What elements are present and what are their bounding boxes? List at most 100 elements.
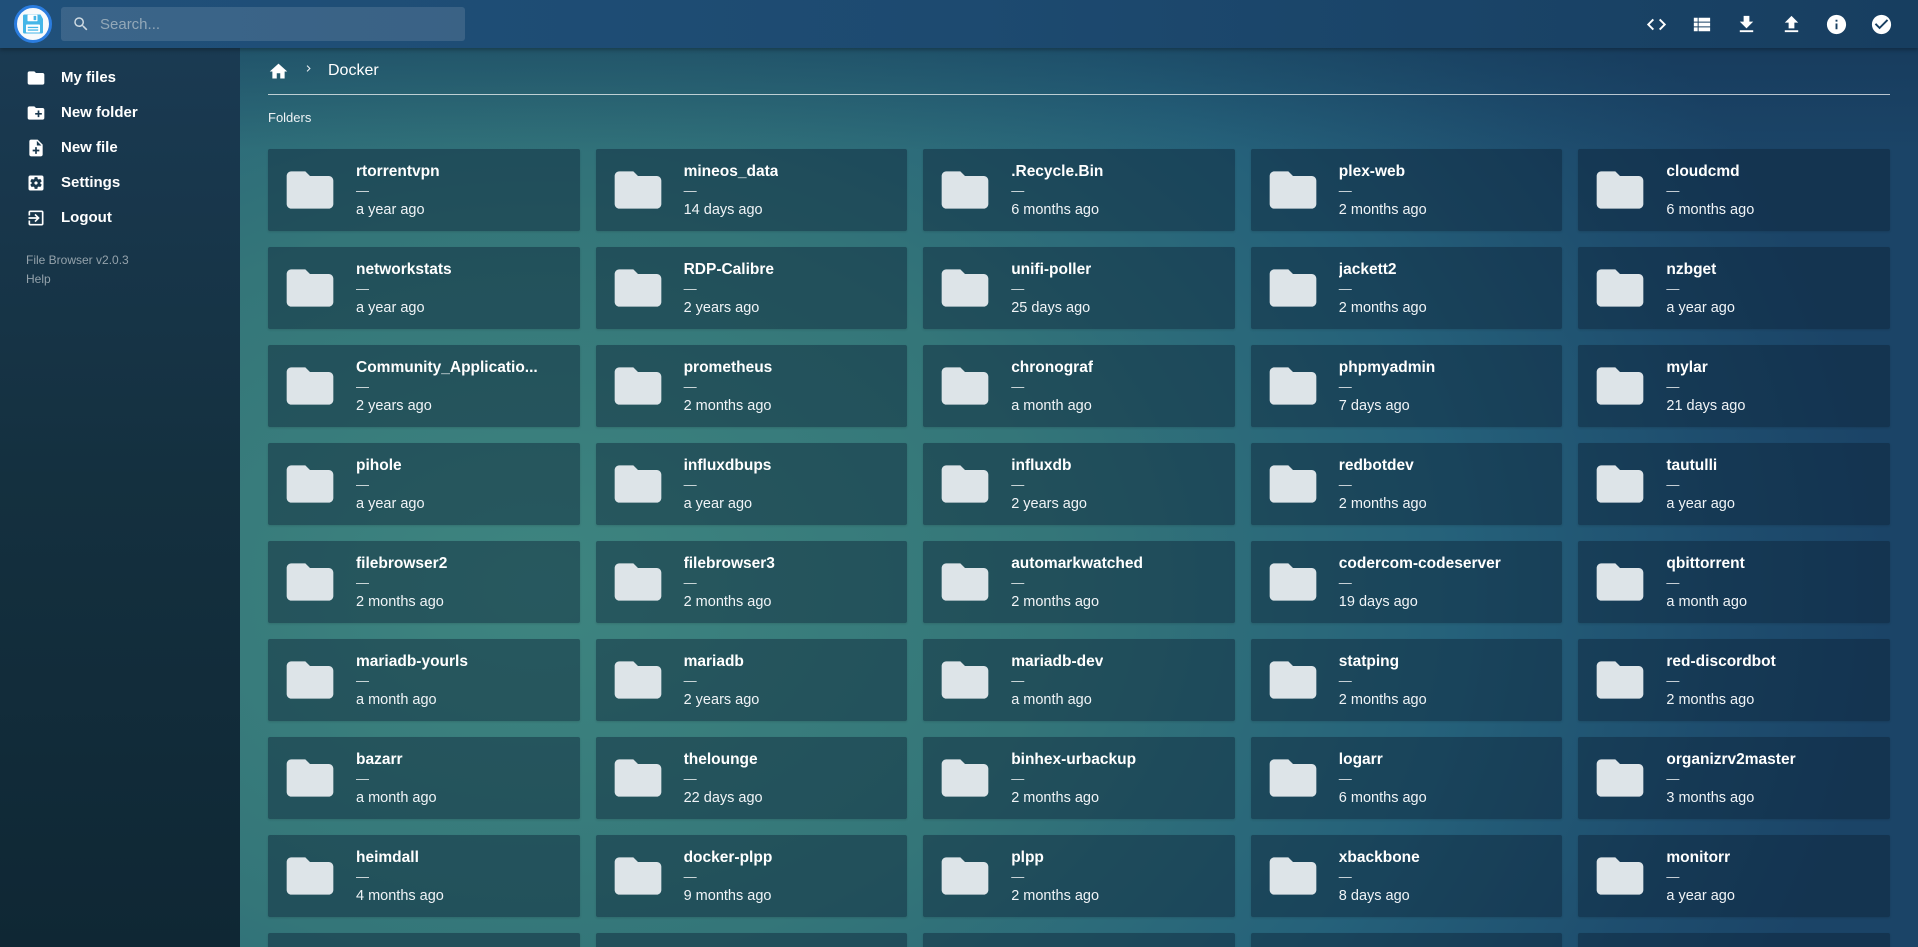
folder-card[interactable]: binhex-urbackup — 2 months ago: [923, 737, 1235, 819]
folder-card[interactable]: logarr — 6 months ago: [1251, 737, 1563, 819]
folder-card[interactable]: prometheus — 2 months ago: [596, 345, 908, 427]
sidebar-item-label: New file: [61, 139, 118, 156]
folder-card[interactable]: automarkwatched — 2 months ago: [923, 541, 1235, 623]
topbar-actions: [1634, 7, 1904, 42]
folder-card[interactable]: plpp — 2 months ago: [923, 835, 1235, 917]
folder-card[interactable]: cloudcmd — 6 months ago: [1578, 149, 1890, 231]
folder-card[interactable]: monitorr — a year ago: [1578, 835, 1890, 917]
help-link[interactable]: Help: [26, 270, 51, 289]
folder-card[interactable]: codimd: [1578, 933, 1890, 947]
folder-card[interactable]: mineos: [1251, 933, 1563, 947]
folder-card[interactable]: rtorrentvpn — a year ago: [268, 149, 580, 231]
folder-card[interactable]: organizrv2master — 3 months ago: [1578, 737, 1890, 819]
folder-card[interactable]: tautulli — a year ago: [1578, 443, 1890, 525]
app-logo[interactable]: [14, 5, 52, 43]
folder-card[interactable]: statping — 2 months ago: [1251, 639, 1563, 721]
folder-meta: tautulli — a year ago: [1666, 456, 1735, 513]
folder-modified: a year ago: [1666, 299, 1735, 317]
folder-meta: mineos_data — 14 days ago: [684, 162, 779, 219]
folder-name: mariadb: [684, 652, 760, 671]
folder-icon: [1265, 162, 1321, 218]
folder-meta: qbittorrent — a month ago: [1666, 554, 1747, 611]
note-add-icon: [26, 138, 46, 158]
folder-card[interactable]: filebrowser3 — 2 months ago: [596, 541, 908, 623]
search-input[interactable]: [100, 16, 454, 33]
folder-icon: [1592, 162, 1648, 218]
folder-card[interactable]: phpmyadmin — 7 days ago: [1251, 345, 1563, 427]
folder-card[interactable]: minecraft: [923, 933, 1235, 947]
folder-card[interactable]: organizr: [596, 933, 908, 947]
folder-card[interactable]: .Recycle.Bin — 6 months ago: [923, 149, 1235, 231]
folder-card[interactable]: mylar — 21 days ago: [1578, 345, 1890, 427]
folder-size: —: [1339, 674, 1427, 687]
folder-modified: 2 months ago: [1339, 299, 1427, 317]
folder-card[interactable]: mariadb-yourls — a month ago: [268, 639, 580, 721]
folder-meta: pihole — a year ago: [356, 456, 425, 513]
sidebar-item-label: Logout: [61, 209, 112, 226]
folder-card[interactable]: codercom-codeserver — 19 days ago: [1251, 541, 1563, 623]
folder-card[interactable]: thelounge — 22 days ago: [596, 737, 908, 819]
folder-icon: [1592, 456, 1648, 512]
folder-card[interactable]: mariadb-dev — a month ago: [923, 639, 1235, 721]
info-button[interactable]: [1814, 7, 1859, 42]
search-icon: [72, 15, 90, 33]
folder-card[interactable]: RDP-Calibre — 2 years ago: [596, 247, 908, 329]
folder-meta: plex-web — 2 months ago: [1339, 162, 1427, 219]
folder-card[interactable]: mariadb — 2 years ago: [596, 639, 908, 721]
folder-card[interactable]: filebrowser2 — 2 months ago: [268, 541, 580, 623]
folder-name: tautulli: [1666, 456, 1735, 475]
folder-card[interactable]: code-server: [268, 933, 580, 947]
folder-icon: [937, 848, 993, 904]
select-multiple-button[interactable]: [1859, 7, 1904, 42]
folder-size: —: [356, 184, 440, 197]
folder-card[interactable]: bazarr — a month ago: [268, 737, 580, 819]
folder-modified: a month ago: [1011, 397, 1093, 415]
folder-card[interactable]: heimdall — 4 months ago: [268, 835, 580, 917]
folder-meta: influxdbups — a year ago: [684, 456, 772, 513]
folder-size: —: [356, 870, 444, 883]
folder-modified: 2 months ago: [1339, 691, 1427, 709]
upload-button[interactable]: [1769, 7, 1814, 42]
sidebar: My files New folder New file Settings Lo…: [0, 48, 240, 947]
folder-meta: xbackbone — 8 days ago: [1339, 848, 1420, 905]
folder-card[interactable]: mineos_data — 14 days ago: [596, 149, 908, 231]
folder-card[interactable]: Community_Applicatio... — 2 years ago: [268, 345, 580, 427]
folder-meta: codercom-codeserver — 19 days ago: [1339, 554, 1501, 611]
folder-icon: [282, 260, 338, 316]
folder-name: codercom-codeserver: [1339, 554, 1501, 573]
app-version: File Browser v2.0.3: [26, 251, 240, 270]
folder-card[interactable]: docker-plpp — 9 months ago: [596, 835, 908, 917]
folder-card[interactable]: pihole — a year ago: [268, 443, 580, 525]
sidebar-item-new-file[interactable]: New file: [0, 130, 240, 165]
sidebar-item-logout[interactable]: Logout: [0, 200, 240, 235]
folder-card[interactable]: plex-web — 2 months ago: [1251, 149, 1563, 231]
search-bar[interactable]: [61, 7, 465, 41]
folder-card[interactable]: xbackbone — 8 days ago: [1251, 835, 1563, 917]
folder-icon: [282, 652, 338, 708]
sidebar-item-my-files[interactable]: My files: [0, 60, 240, 95]
folder-size: —: [1666, 870, 1735, 883]
folder-card[interactable]: red-discordbot — 2 months ago: [1578, 639, 1890, 721]
folder-card[interactable]: qbittorrent — a month ago: [1578, 541, 1890, 623]
folder-size: —: [684, 772, 763, 785]
folder-name: heimdall: [356, 848, 444, 867]
folder-card[interactable]: networkstats — a year ago: [268, 247, 580, 329]
code-view-button[interactable]: [1634, 7, 1679, 42]
folder-meta: statping — 2 months ago: [1339, 652, 1427, 709]
folder-card[interactable]: jackett2 — 2 months ago: [1251, 247, 1563, 329]
folder-card[interactable]: chronograf — a month ago: [923, 345, 1235, 427]
sidebar-item-settings[interactable]: Settings: [0, 165, 240, 200]
breadcrumb-home-button[interactable]: [268, 61, 289, 82]
folder-size: —: [1666, 674, 1775, 687]
folder-card[interactable]: influxdb — 2 years ago: [923, 443, 1235, 525]
folder-card[interactable]: nzbget — a year ago: [1578, 247, 1890, 329]
folder-name: .Recycle.Bin: [1011, 162, 1103, 181]
folder-card[interactable]: unifi-poller — 25 days ago: [923, 247, 1235, 329]
folder-card[interactable]: redbotdev — 2 months ago: [1251, 443, 1563, 525]
folder-meta: mariadb-dev — a month ago: [1011, 652, 1103, 709]
list-view-button[interactable]: [1679, 7, 1724, 42]
download-button[interactable]: [1724, 7, 1769, 42]
sidebar-item-new-folder[interactable]: New folder: [0, 95, 240, 130]
folder-card[interactable]: influxdbups — a year ago: [596, 443, 908, 525]
folder-modified: 2 years ago: [684, 299, 774, 317]
